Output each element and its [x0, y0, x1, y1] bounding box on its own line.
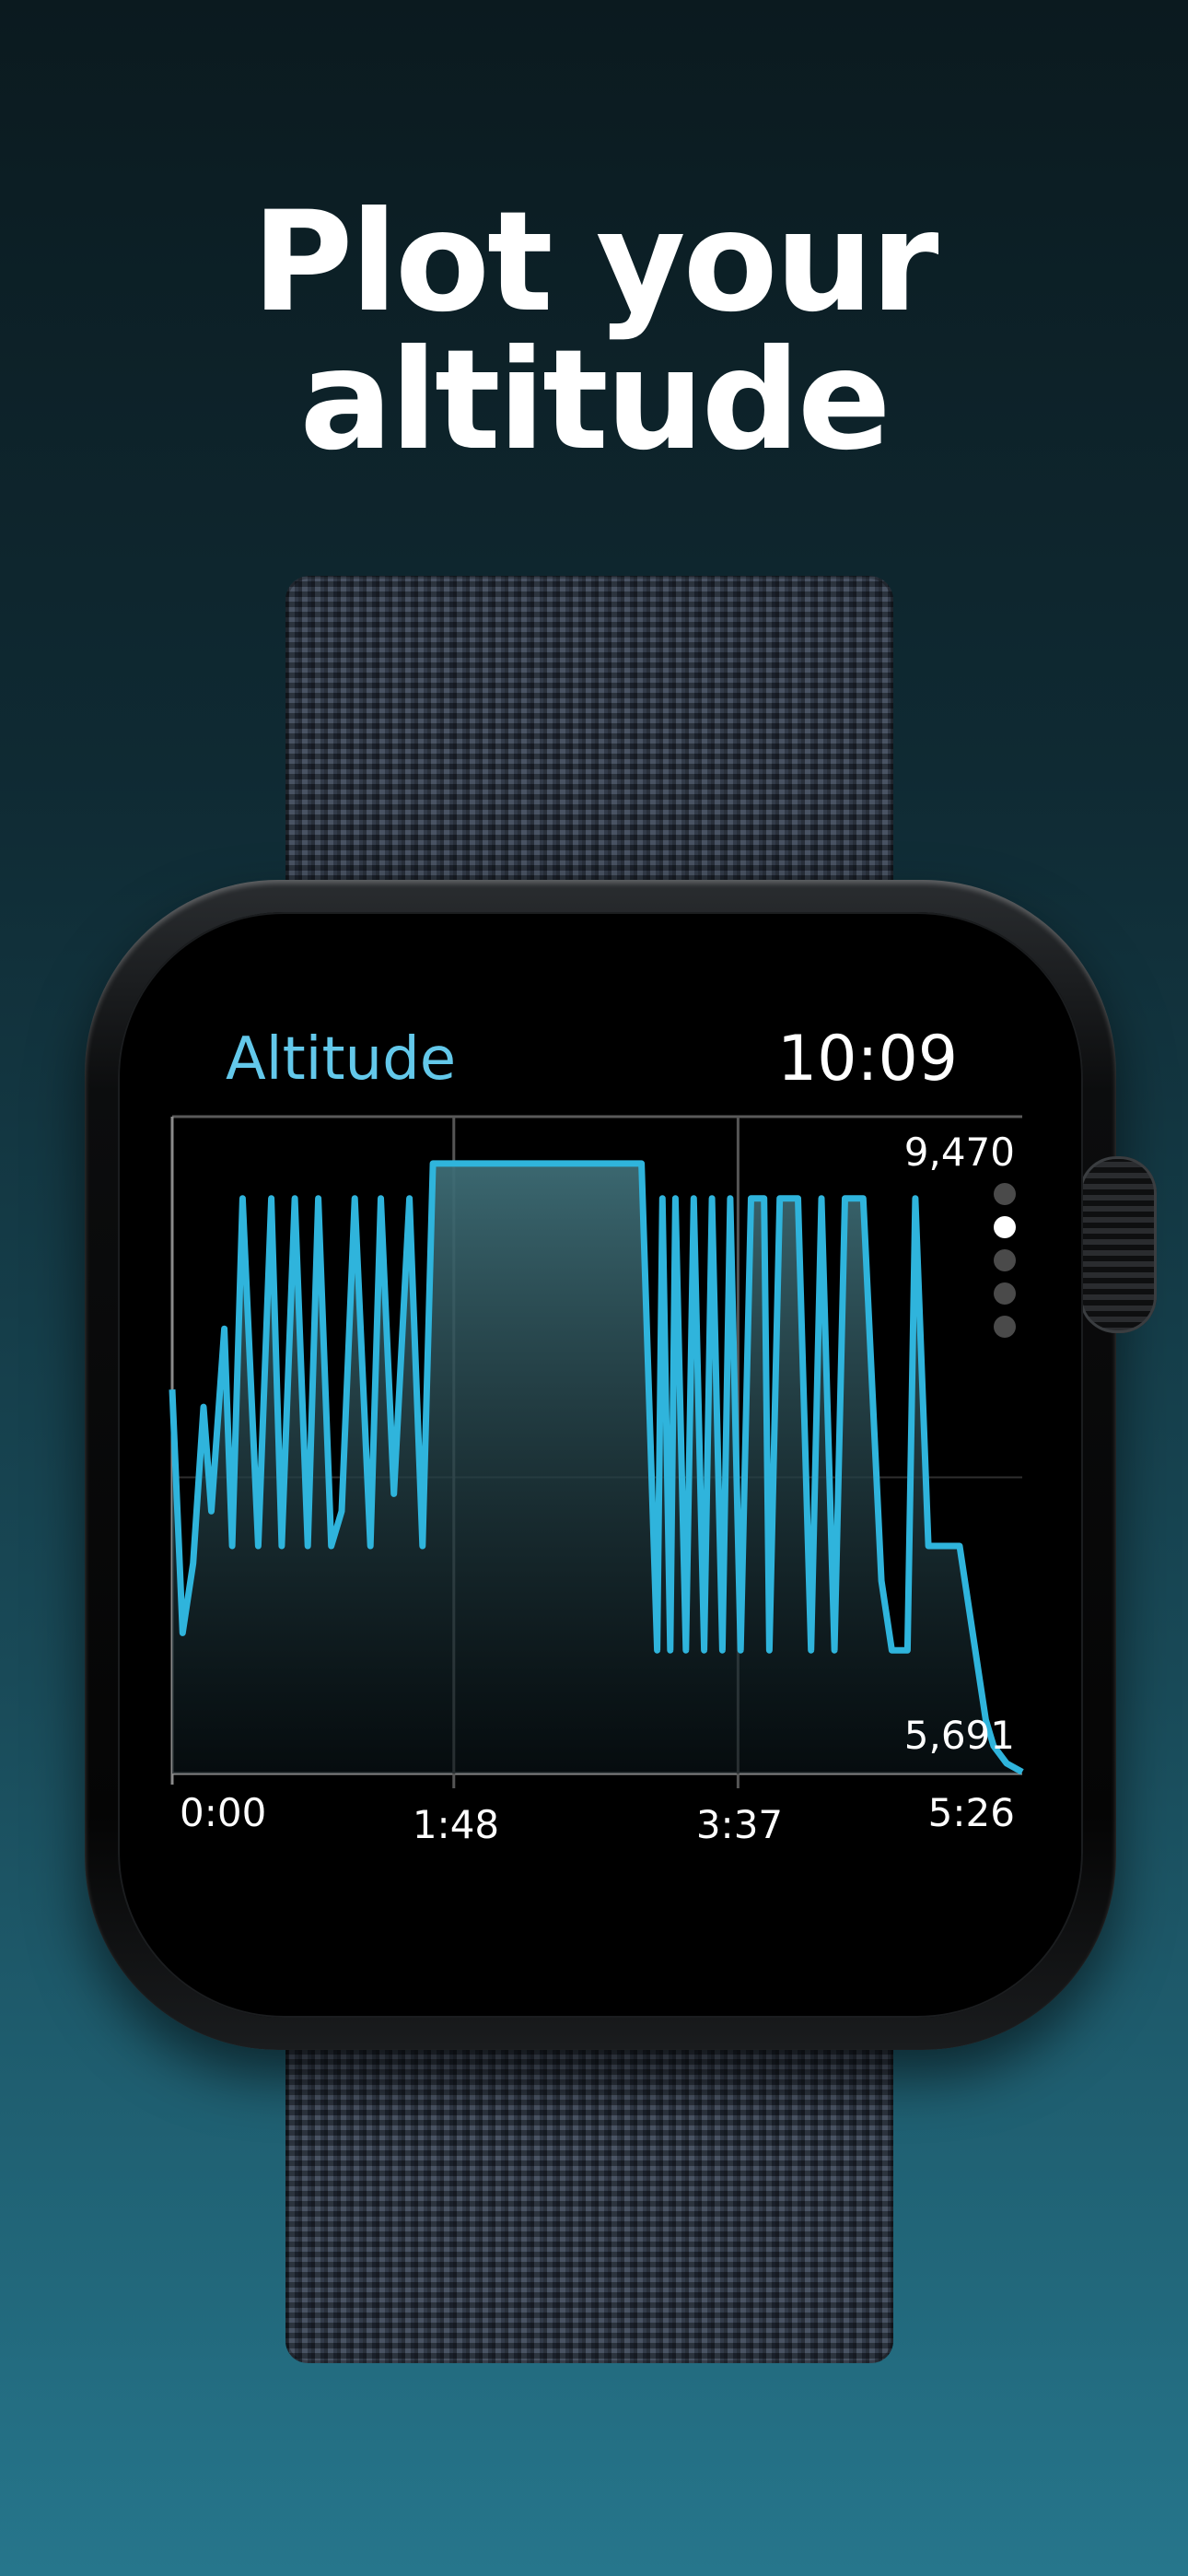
y-min-label: 5,691 — [904, 1713, 1015, 1758]
x-tick-label: 1:48 — [413, 1802, 499, 1847]
y-max-label: 9,470 — [904, 1130, 1015, 1175]
page-indicator-dot — [994, 1216, 1016, 1238]
page-indicator-dot — [994, 1249, 1016, 1271]
page-indicator-dot — [994, 1282, 1016, 1305]
x-tick-label: 0:00 — [180, 1790, 266, 1835]
x-tick-label: 5:26 — [928, 1790, 1015, 1835]
page-indicator-dot — [994, 1316, 1016, 1338]
x-tick-label: 3:37 — [696, 1802, 783, 1847]
page-indicator-dot — [994, 1183, 1016, 1205]
altitude-chart[interactable]: 9,470 5,691 0:00 1:48 3:37 5:26 — [0, 0, 1188, 2576]
